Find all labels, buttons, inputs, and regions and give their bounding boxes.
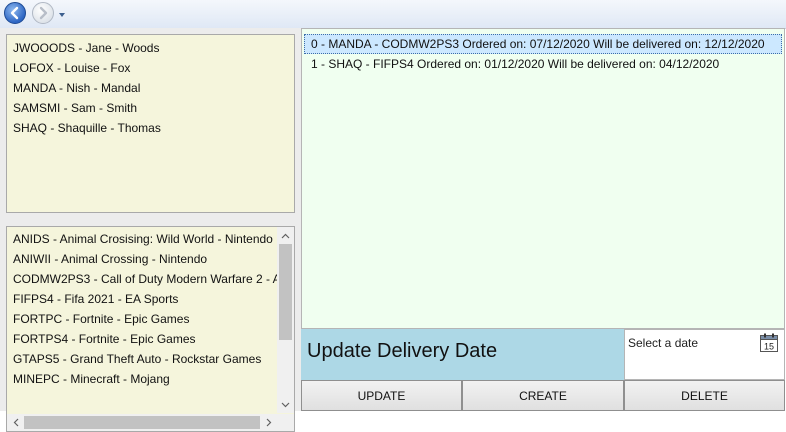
update-button[interactable]: UPDATE: [301, 380, 462, 411]
create-button[interactable]: CREATE: [462, 380, 624, 411]
vertical-scroll-thumb[interactable]: [279, 244, 292, 340]
list-item[interactable]: MINEPC - Minecraft - Mojang: [7, 369, 277, 389]
list-item[interactable]: ANIDS - Animal Crosising: Wild World - N…: [7, 229, 277, 249]
scroll-left-icon[interactable]: [7, 414, 24, 431]
scroll-down-icon[interactable]: [277, 396, 294, 413]
scrollbar-corner: [277, 414, 294, 431]
list-item[interactable]: SAMSMI - Sam - Smith: [7, 98, 294, 118]
list-item[interactable]: SHAQ - Shaquille - Thomas: [7, 118, 294, 138]
scroll-right-icon[interactable]: [260, 414, 277, 431]
vertical-scrollbar[interactable]: [277, 227, 294, 413]
list-item[interactable]: LOFOX - Louise - Fox: [7, 58, 294, 78]
navigation-bar: [0, 0, 786, 29]
game-list-items: ANIDS - Animal Crosising: Wild World - N…: [7, 227, 277, 415]
list-item[interactable]: FORTPC - Fortnite - Epic Games: [7, 309, 277, 329]
list-item[interactable]: JWOOODS - Jane - Woods: [7, 38, 294, 58]
list-item[interactable]: 1 - SHAQ - FIFPS4 Ordered on: 01/12/2020…: [304, 54, 782, 74]
chevron-down-icon[interactable]: [58, 8, 66, 17]
list-item[interactable]: ANIWII - Animal Crossing - Nintendo: [7, 249, 277, 269]
back-arrow-icon[interactable]: [4, 2, 26, 24]
list-item[interactable]: GTAPS5 - Grand Theft Auto - Rockstar Gam…: [7, 349, 277, 369]
svg-text:15: 15: [764, 342, 774, 352]
game-list[interactable]: ANIDS - Animal Crosising: Wild World - N…: [6, 226, 295, 432]
calendar-icon[interactable]: 15: [760, 333, 778, 352]
left-panel: JWOOODS - Jane - Woods LOFOX - Louise - …: [0, 28, 301, 432]
date-picker[interactable]: Select a date 15: [624, 329, 785, 380]
list-item[interactable]: FORTPS4 - Fortnite - Epic Games: [7, 329, 277, 349]
forward-arrow-icon[interactable]: [32, 2, 54, 24]
list-item[interactable]: CODMW2PS3 - Call of Duty Modern Warfare …: [7, 269, 277, 289]
horizontal-scrollbar[interactable]: [7, 414, 277, 431]
list-item-selected[interactable]: 0 - MANDA - CODMW2PS3 Ordered on: 07/12/…: [304, 34, 782, 54]
delete-button[interactable]: DELETE: [624, 380, 785, 411]
list-item[interactable]: FIFPS4 - Fifa 2021 - EA Sports: [7, 289, 277, 309]
list-item[interactable]: MANDA - Nish - Mandal: [7, 78, 294, 98]
order-list[interactable]: 0 - MANDA - CODMW2PS3 Ordered on: 07/12/…: [301, 28, 785, 329]
scroll-up-icon[interactable]: [277, 227, 294, 244]
customer-list[interactable]: JWOOODS - Jane - Woods LOFOX - Louise - …: [6, 34, 295, 213]
date-placeholder[interactable]: Select a date: [628, 336, 698, 350]
update-delivery-label: Update Delivery Date: [301, 329, 624, 380]
horizontal-scroll-thumb[interactable]: [24, 416, 260, 429]
